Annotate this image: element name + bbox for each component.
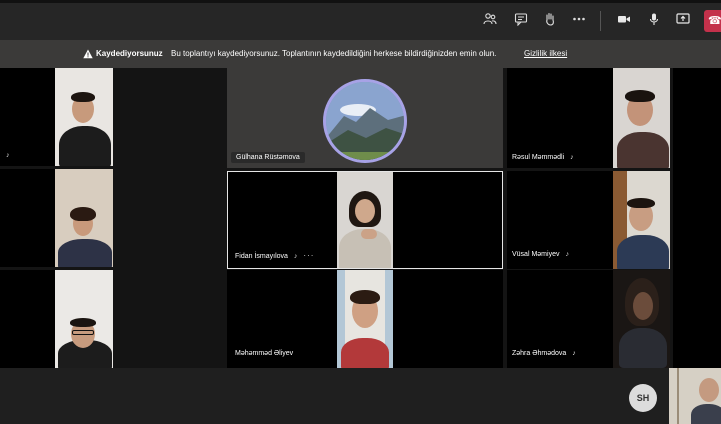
video-tile-gulhana[interactable]: Gülhana Rüstəmova	[227, 68, 503, 168]
self-video-preview[interactable]	[669, 368, 721, 424]
participant-avatar	[323, 79, 407, 163]
warning-icon	[83, 49, 93, 59]
recording-banner-text: Bu toplantıyı kaydediyorsunuz. Toplantın…	[171, 49, 497, 58]
participant-video	[613, 171, 670, 269]
mic-off-icon: ♪	[570, 154, 574, 161]
recording-banner-title: Kaydediyorsunuz	[96, 49, 163, 58]
participant-name-fidan: Fidan İsmayılova ♪ ···	[235, 251, 315, 260]
more-actions-icon[interactable]	[570, 12, 588, 30]
window-top-bar	[0, 0, 721, 3]
toolbar-divider	[600, 11, 601, 31]
participant-name-gulhana: Gülhana Rüstəmova	[231, 152, 305, 163]
participant-video	[55, 270, 113, 368]
participant-video	[55, 68, 113, 166]
privacy-policy-link[interactable]: Gizlilik ilkesi	[524, 40, 567, 68]
chat-icon[interactable]	[512, 12, 530, 30]
mic-off-icon: ♪	[565, 251, 569, 258]
participant-video	[55, 169, 113, 267]
participant-name-rasul: Rəsul Məmmədli ♪	[512, 154, 574, 161]
share-screen-icon[interactable]	[674, 12, 692, 30]
self-avatar-badge[interactable]: SH	[629, 384, 657, 412]
participants-icon[interactable]	[481, 12, 499, 30]
participant-video	[337, 270, 393, 368]
mic-off-icon: ♪	[293, 253, 298, 260]
recording-banner: Kaydediyorsunuz Bu toplantıyı kaydediyor…	[0, 40, 721, 68]
video-tile-left-2[interactable]	[0, 169, 113, 267]
mic-off-icon: ♪	[572, 350, 576, 357]
participant-mic-off: ♪	[0, 152, 10, 159]
video-tile-mahammad[interactable]: Məhəmməd Əliyev	[227, 270, 503, 368]
more-options-icon[interactable]: ···	[303, 251, 314, 260]
video-stage: ♪ Gülhana Rüstəmova Fidan İsmayılova ♪ ·…	[0, 68, 721, 368]
raise-hand-icon[interactable]	[541, 12, 559, 30]
meeting-window: ☎ Kaydediyorsunuz Bu toplantıyı kaydediy…	[0, 0, 721, 424]
participant-video	[613, 270, 670, 368]
bottom-bar	[0, 368, 721, 424]
video-tile-rasul[interactable]: Rəsul Məmmədli ♪	[507, 68, 670, 168]
participant-name-zahra: Zəhra Əhmədova ♪	[512, 350, 576, 357]
video-tile-fidan[interactable]: Fidan İsmayılova ♪ ···	[227, 171, 503, 269]
video-tile-left-1[interactable]: ♪	[0, 68, 113, 166]
participant-name-vusal: Vüsal Məmiyev ♪	[512, 251, 569, 258]
video-tile-vusal[interactable]: Vüsal Məmiyev ♪	[507, 171, 670, 269]
leave-call-button[interactable]: ☎	[704, 10, 721, 32]
video-tile-right-edge	[673, 68, 721, 368]
camera-icon[interactable]	[615, 12, 633, 30]
leave-call-icon: ☎	[708, 15, 721, 27]
video-tile-zahra[interactable]: Zəhra Əhmədova ♪	[507, 270, 670, 368]
video-tile-left-3[interactable]	[0, 270, 113, 368]
participant-video	[613, 68, 670, 168]
mic-icon[interactable]	[645, 12, 663, 30]
mic-off-icon: ♪	[6, 152, 10, 159]
participant-name-mahammad: Məhəmməd Əliyev	[235, 350, 294, 357]
meeting-toolbar: ☎	[0, 0, 721, 40]
